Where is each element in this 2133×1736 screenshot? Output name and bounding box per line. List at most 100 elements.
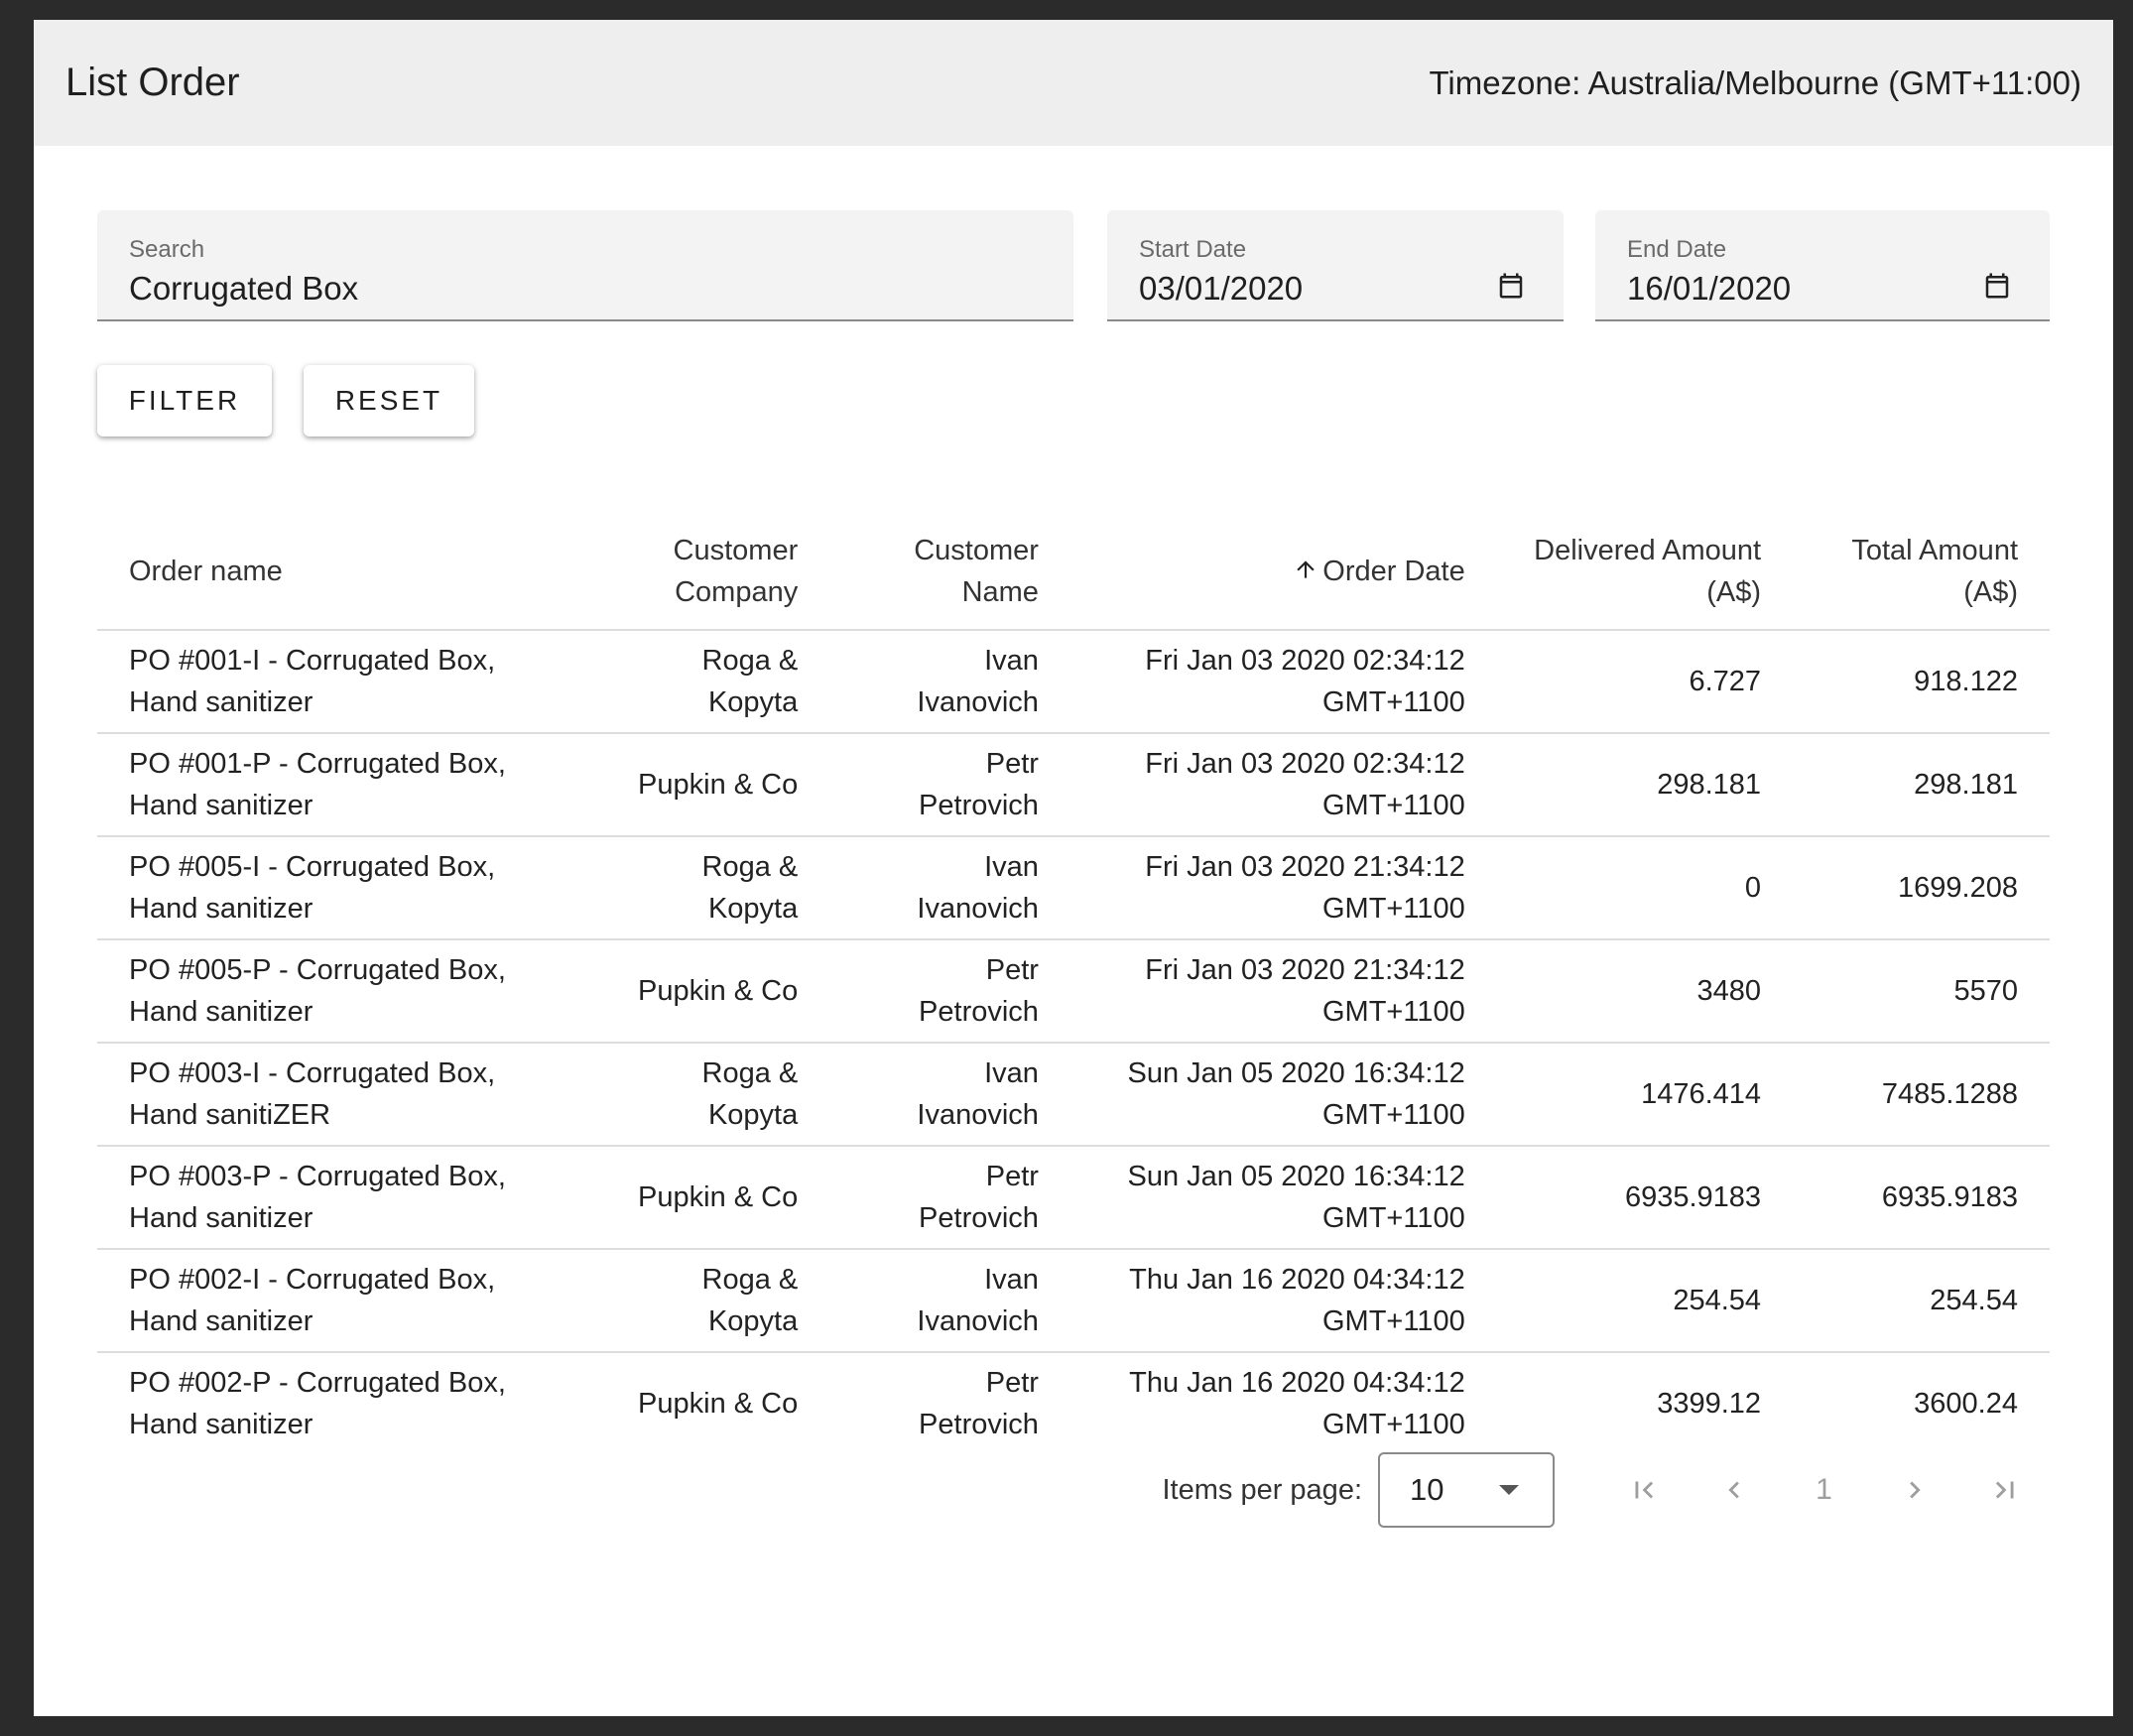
next-page-button[interactable] bbox=[1869, 1452, 1959, 1528]
header-order-date-label: Order Date bbox=[1322, 556, 1465, 587]
cell-customer-company: Pupkin & Co bbox=[588, 733, 830, 837]
header-line: Customer bbox=[914, 535, 1039, 566]
next-page-icon bbox=[1909, 1481, 1921, 1499]
cell-customer-company: Roga & Kopyta bbox=[588, 1249, 830, 1353]
header-line: (A$) bbox=[1963, 576, 2018, 608]
table-body: PO #001-I - Corrugated Box, Hand sanitize… bbox=[97, 630, 2050, 1454]
cell-order-date: Thu Jan 16 2020 04:34:12 GMT+1100 bbox=[1069, 1249, 1497, 1353]
cell-total-amount: 254.54 bbox=[1793, 1249, 2050, 1353]
end-date-field[interactable]: End Date bbox=[1595, 210, 2050, 321]
cell-line: PO #003-P - Corrugated Box, bbox=[129, 1161, 506, 1192]
table-row[interactable]: PO #003-I - Corrugated Box, Hand sanitiZE… bbox=[97, 1043, 2050, 1147]
cell-customer-name: Ivan Ivanovich bbox=[829, 630, 1070, 734]
cell-line: Fri Jan 03 2020 21:34:12 bbox=[1145, 954, 1465, 986]
paginator: Items per page: 10 1 bbox=[1163, 1450, 2051, 1530]
reset-button[interactable]: RESET bbox=[304, 365, 474, 436]
cell-total-amount: 6935.9183 bbox=[1793, 1146, 2050, 1250]
cell-total-amount: 7485.1288 bbox=[1793, 1043, 2050, 1147]
cell-order-name: PO #003-P - Corrugated Box, Hand sanitize… bbox=[97, 1146, 589, 1250]
cell-line: Fri Jan 03 2020 02:34:12 bbox=[1145, 748, 1465, 780]
first-page-icon bbox=[1635, 1481, 1653, 1499]
cell-delivered-amount: 0 bbox=[1496, 836, 1794, 940]
end-date-label: End Date bbox=[1627, 236, 1727, 263]
table-row[interactable]: PO #003-P - Corrugated Box, Hand sanitize… bbox=[97, 1146, 2050, 1250]
filter-fields: Search Start Date End Date bbox=[97, 210, 2050, 321]
header-customer-name[interactable]: Customer Name bbox=[829, 514, 1070, 631]
header-delivered-amount[interactable]: Delivered Amount (A$) bbox=[1496, 514, 1794, 631]
cell-line: Ivan bbox=[984, 851, 1039, 883]
table-row[interactable]: PO #005-P - Corrugated Box, Hand sanitize… bbox=[97, 939, 2050, 1044]
last-page-button[interactable] bbox=[1959, 1452, 2050, 1528]
cell-line: Ivanovich bbox=[917, 1305, 1039, 1337]
search-field[interactable]: Search bbox=[97, 210, 1073, 321]
cell-line: Thu Jan 16 2020 04:34:12 bbox=[1129, 1367, 1465, 1399]
cell-order-name: PO #001-I - Corrugated Box, Hand sanitize… bbox=[97, 630, 589, 734]
header-order-date[interactable]: Order Date bbox=[1069, 514, 1497, 631]
table-row[interactable]: PO #002-I - Corrugated Box, Hand sanitize… bbox=[97, 1249, 2050, 1353]
header-total-amount[interactable]: Total Amount (A$) bbox=[1793, 514, 2050, 631]
table-row[interactable]: PO #001-P - Corrugated Box, Hand sanitize… bbox=[97, 733, 2050, 837]
cell-customer-name: Petr Petrovich bbox=[829, 733, 1070, 837]
orders-table: Order name Customer Company Customer Nam… bbox=[97, 514, 2050, 1454]
cell-customer-name: Ivan Ivanovich bbox=[829, 836, 1070, 940]
cell-delivered-amount: 298.181 bbox=[1496, 733, 1794, 837]
table-header-row: Order name Customer Company Customer Nam… bbox=[97, 514, 2050, 631]
first-page-button[interactable] bbox=[1598, 1452, 1689, 1528]
cell-line: Ivan bbox=[984, 645, 1039, 677]
cell-order-date: Fri Jan 03 2020 21:34:12 GMT+1100 bbox=[1069, 836, 1497, 940]
start-date-field[interactable]: Start Date bbox=[1107, 210, 1564, 321]
cell-line: GMT+1100 bbox=[1322, 1409, 1465, 1440]
calendar-icon[interactable] bbox=[1496, 270, 1526, 302]
app-header: List Order Timezone: Australia/Melbourne… bbox=[34, 20, 2113, 146]
previous-page-button[interactable] bbox=[1689, 1452, 1779, 1528]
start-date-input[interactable] bbox=[1139, 270, 1504, 308]
chevron-down-icon bbox=[1499, 1485, 1519, 1495]
items-per-page-value: 10 bbox=[1410, 1472, 1444, 1507]
cell-total-amount: 3600.24 bbox=[1914, 1388, 2018, 1420]
cell-line: PO #003-I - Corrugated Box, bbox=[129, 1057, 496, 1089]
cell-customer-name: Petr Petrovich bbox=[829, 939, 1070, 1044]
cell-line: GMT+1100 bbox=[1322, 1099, 1465, 1131]
cell-delivered-amount: 6935.9183 bbox=[1496, 1146, 1794, 1250]
header-order-name[interactable]: Order name bbox=[97, 514, 589, 631]
cell-line: PO #001-P - Corrugated Box, bbox=[129, 748, 506, 780]
cell-customer-name: Ivan Ivanovich bbox=[829, 1249, 1070, 1353]
cell-line: GMT+1100 bbox=[1322, 790, 1465, 821]
cell-line: Ivanovich bbox=[917, 1099, 1039, 1131]
cell-line: Petr Petrovich bbox=[919, 1161, 1039, 1234]
cell-order-name: PO #001-P - Corrugated Box, Hand sanitize… bbox=[97, 733, 589, 837]
cell-line: PO #002-I - Corrugated Box, bbox=[129, 1264, 496, 1296]
cell-total-amount: 298.181 bbox=[1793, 733, 2050, 837]
table-row[interactable]: PO #005-I - Corrugated Box, Hand sanitize… bbox=[97, 836, 2050, 940]
filter-button[interactable]: FILTER bbox=[97, 365, 272, 436]
current-page-number: 1 bbox=[1816, 1473, 1832, 1506]
items-per-page-select[interactable]: 10 bbox=[1378, 1452, 1555, 1528]
table-row[interactable]: PO #001-I - Corrugated Box, Hand sanitize… bbox=[97, 630, 2050, 734]
cell-customer-company: Roga & Kopyta bbox=[588, 1043, 830, 1147]
search-label: Search bbox=[129, 236, 205, 263]
search-input[interactable] bbox=[129, 270, 911, 308]
table-row[interactable]: PO #002-P - Corrugated Box, Hand sanitize… bbox=[97, 1352, 2050, 1454]
calendar-icon[interactable] bbox=[1982, 270, 2012, 302]
cell-total-amount: 1699.208 bbox=[1793, 836, 2050, 940]
header-line: Total Amount bbox=[1851, 535, 2018, 566]
last-page-icon bbox=[1995, 1481, 2013, 1499]
header-line: (A$) bbox=[1706, 576, 1762, 608]
cell-order-name: PO #005-I - Corrugated Box, Hand sanitize… bbox=[97, 836, 589, 940]
cell-line: Thu Jan 16 2020 04:34:12 bbox=[1129, 1264, 1465, 1296]
cell-line: Hand sanitizer bbox=[129, 996, 314, 1028]
end-date-input[interactable] bbox=[1627, 270, 1991, 308]
cell-line: Hand sanitizer bbox=[129, 1305, 314, 1337]
header-line: Name bbox=[961, 576, 1039, 608]
cell-line: Ivanovich bbox=[917, 686, 1039, 718]
cell-order-date: Fri Jan 03 2020 21:34:12 GMT+1100 bbox=[1069, 939, 1497, 1044]
cell-line: PO #005-P - Corrugated Box, bbox=[129, 954, 506, 986]
header-customer-company[interactable]: Customer Company bbox=[588, 514, 830, 631]
header-order-name-label: Order name bbox=[129, 556, 283, 587]
cell-line: Petr Petrovich bbox=[919, 748, 1039, 821]
cell-delivered-amount: 3480 bbox=[1496, 939, 1794, 1044]
cell-order-name: PO #002-P - Corrugated Box, Hand sanitize… bbox=[97, 1352, 589, 1454]
cell-order-name: PO #005-P - Corrugated Box, Hand sanitize… bbox=[97, 939, 589, 1044]
cell-line: Hand sanitizer bbox=[129, 1409, 314, 1440]
cell-line: GMT+1100 bbox=[1322, 893, 1465, 925]
